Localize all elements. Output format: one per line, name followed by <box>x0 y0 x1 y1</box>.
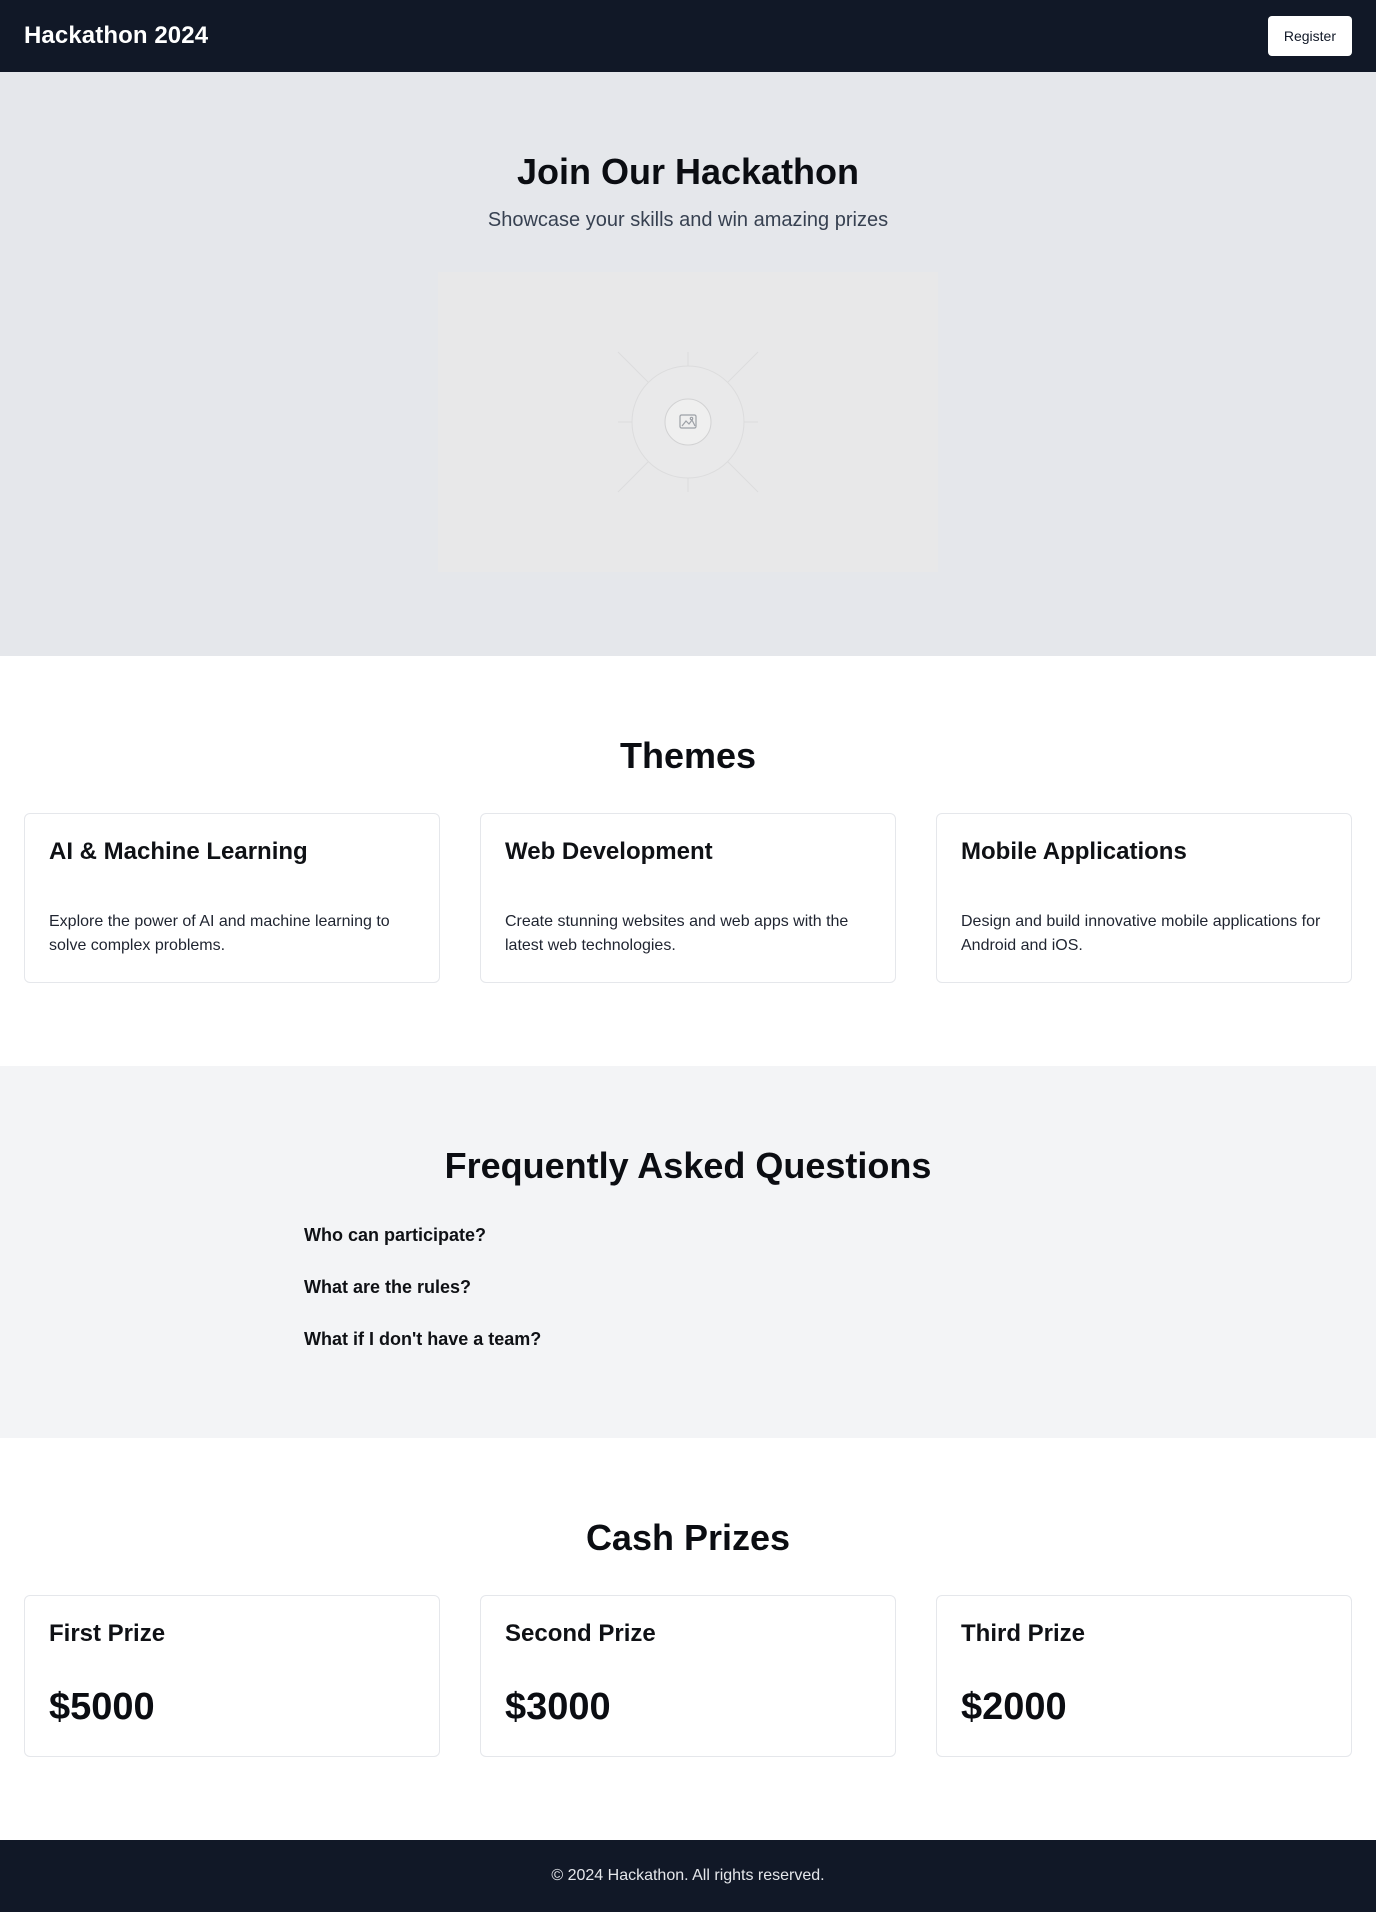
site-footer: © 2024 Hackathon. All rights reserved. <box>0 1840 1376 1912</box>
site-brand[interactable]: Hackathon 2024 <box>24 22 208 50</box>
footer-copyright: © 2024 Hackathon. All rights reserved. <box>551 1867 825 1884</box>
prize-card-title: Second Prize <box>505 1620 656 1648</box>
hero-section: Join Our Hackathon Showcase your skills … <box>0 72 1376 656</box>
prize-card: First Prize $5000 <box>24 1595 440 1758</box>
hero-subtitle: Showcase your skills and win amazing pri… <box>487 209 889 232</box>
theme-card: Mobile Applications Design and build inn… <box>936 813 1352 984</box>
prizes-section: Cash Prizes First Prize $5000 Second Pri… <box>0 1438 1376 1840</box>
themes-title: Themes <box>619 735 757 776</box>
hero-image-placeholder <box>438 272 938 573</box>
prize-amount: $3000 <box>505 1686 611 1729</box>
prize-amount: $5000 <box>49 1686 155 1729</box>
theme-card-title: Web Development <box>505 838 713 866</box>
prizes-title: Cash Prizes <box>585 1517 791 1558</box>
theme-card-description: Create stunning websites and web apps wi… <box>505 913 849 955</box>
themes-section: Themes AI & Machine Learning Explore the… <box>0 656 1376 1066</box>
theme-card: Web Development Create stunning websites… <box>480 813 896 984</box>
image-placeholder-icon <box>617 351 759 493</box>
theme-card-description: Design and build innovative mobile appli… <box>961 913 1321 955</box>
prize-amount: $2000 <box>961 1686 1067 1729</box>
faq-question[interactable]: What if I don't have a team? <box>304 1327 1072 1379</box>
prize-card: Second Prize $3000 <box>480 1595 896 1758</box>
faq-question[interactable]: Who can participate? <box>304 1223 1072 1275</box>
prize-card-title: Third Prize <box>961 1620 1086 1648</box>
theme-card-description: Explore the power of AI and machine lear… <box>49 913 390 955</box>
theme-card-title: AI & Machine Learning <box>49 838 308 866</box>
top-navbar: Hackathon 2024 Register <box>0 0 1376 72</box>
theme-card: AI & Machine Learning Explore the power … <box>24 813 440 984</box>
faq-title: Frequently Asked Questions <box>444 1145 932 1186</box>
prize-card: Third Prize $2000 <box>936 1595 1352 1758</box>
themes-grid: AI & Machine Learning Explore the power … <box>24 813 1352 984</box>
register-button[interactable]: Register <box>1267 16 1352 56</box>
theme-card-title: Mobile Applications <box>961 838 1187 866</box>
prize-card-title: First Prize <box>49 1620 166 1648</box>
faq-question[interactable]: What are the rules? <box>304 1275 1072 1327</box>
hero-title: Join Our Hackathon <box>516 151 860 192</box>
faq-list: Who can participate? What are the rules?… <box>304 1223 1072 1379</box>
faq-section: Frequently Asked Questions Who can parti… <box>0 1066 1376 1438</box>
prizes-grid: First Prize $5000 Second Prize $3000 Thi… <box>24 1595 1352 1758</box>
